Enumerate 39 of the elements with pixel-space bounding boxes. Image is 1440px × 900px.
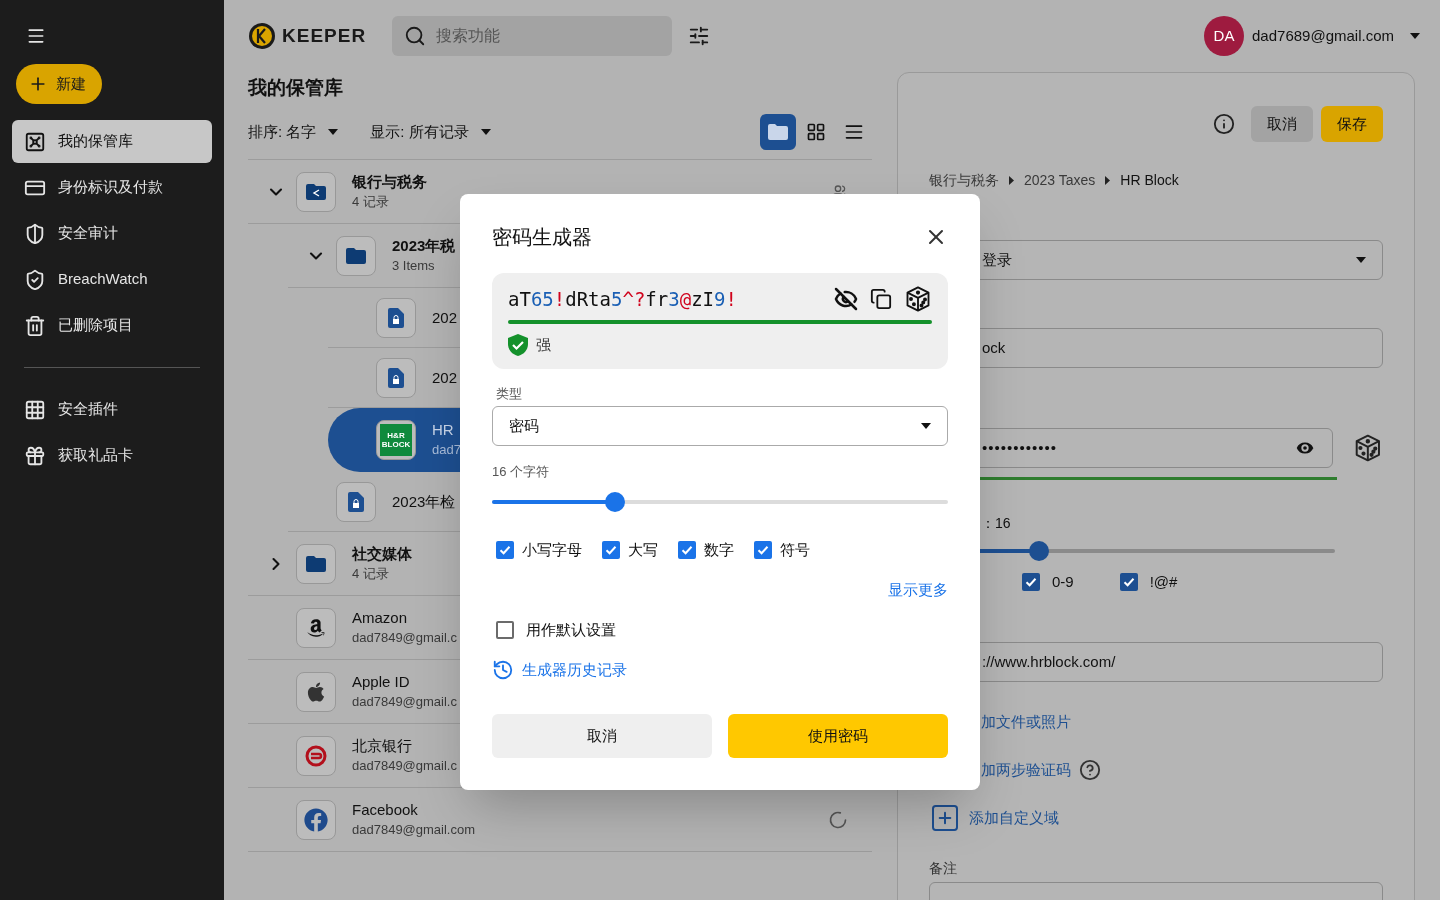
option-label: !@# xyxy=(1149,571,1178,592)
option-label: 数字 xyxy=(704,539,734,560)
type-label: 类型 xyxy=(495,386,523,402)
record-subtitle: dad7 xyxy=(432,441,461,459)
record-subtitle: dad7849@gmail.c xyxy=(352,756,457,775)
option-label: 小写字母 xyxy=(522,539,582,560)
length-label: ：16 xyxy=(980,514,1012,533)
record-title: 2023年检 xyxy=(392,491,456,512)
account-email: dad7689@gmail.com xyxy=(1252,25,1394,46)
option-label: 大写 xyxy=(628,539,658,560)
record-title: 2023年税 xyxy=(392,235,456,256)
record-title: 银行与税务 xyxy=(352,171,427,192)
record-title: Apple ID xyxy=(352,671,410,692)
length-label: 16 个字符 xyxy=(492,464,551,480)
record-title: Amazon xyxy=(352,607,408,628)
hr-block-logo: H&R BLOCK xyxy=(376,420,416,460)
option-label: 符号 xyxy=(780,539,810,560)
record-subtitle: 4 记录 xyxy=(352,564,389,583)
generated-password: aT65!dRta5^?fr3@zI9! xyxy=(508,286,738,312)
record-title: Facebook xyxy=(352,799,418,820)
avatar: DA xyxy=(1204,16,1244,56)
breadcrumb-item: HR Block xyxy=(1120,170,1179,190)
record-title: 202 xyxy=(432,307,458,328)
record-subtitle: 4 记录 xyxy=(352,192,389,211)
notes-label: 备注 xyxy=(929,859,958,878)
record-subtitle: dad7849@gmail.c xyxy=(352,628,457,647)
option-label: 0-9 xyxy=(1052,571,1074,592)
record-subtitle: dad7849@gmail.com xyxy=(352,820,476,839)
strength-label: 强 xyxy=(536,335,551,355)
record-title: HR xyxy=(432,420,454,440)
record-title: 202 xyxy=(432,367,458,388)
record-subtitle: dad7849@gmail.c xyxy=(352,692,457,711)
dialog-title: 密码生成器 xyxy=(492,225,592,250)
keeper-logo-text: KEEPER xyxy=(282,23,367,48)
record-subtitle: 3 Items xyxy=(392,256,435,275)
default-option-label: 用作默认设置 xyxy=(526,619,616,640)
vault-title: 我的保管库 xyxy=(248,76,344,100)
record-title: 社交媒体 xyxy=(352,543,412,564)
record-title: 北京银行 xyxy=(352,735,412,756)
